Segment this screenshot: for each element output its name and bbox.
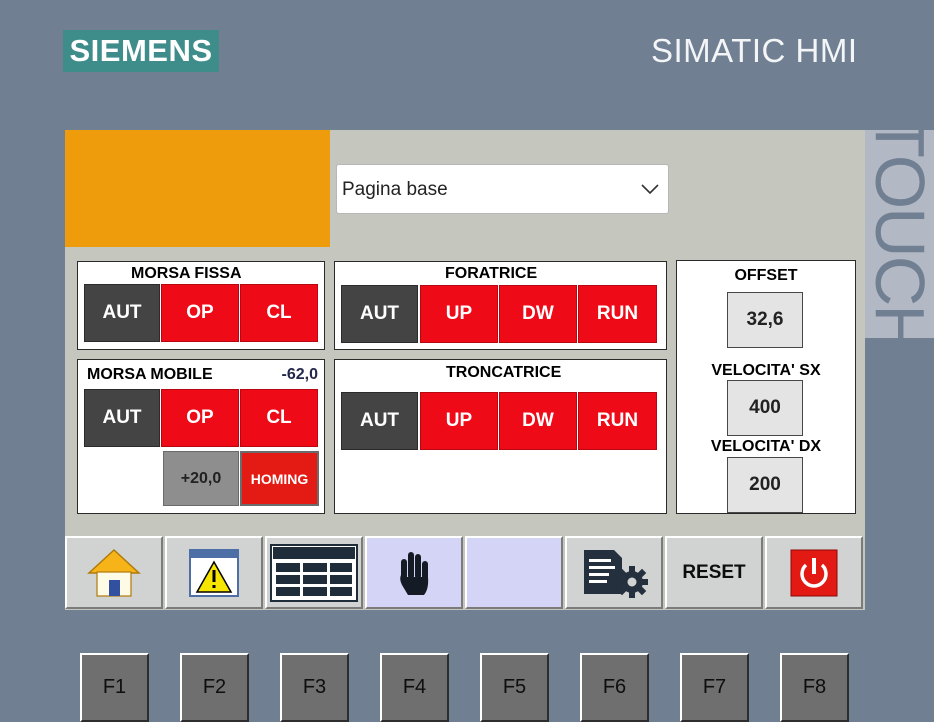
velocita-sx-value-field[interactable]: 400 [727, 380, 803, 436]
table-icon [270, 543, 358, 602]
morsa-fissa-op-button[interactable]: OP [161, 284, 239, 342]
troncatrice-run-button[interactable]: RUN [578, 392, 657, 450]
foratrice-up-button[interactable]: UP [420, 285, 498, 343]
function-key-f5[interactable]: F5 [480, 653, 549, 722]
screen-navbar: RESET [65, 536, 865, 610]
function-key-f3[interactable]: F3 [280, 653, 349, 722]
foratrice-aut-button[interactable]: AUT [341, 285, 418, 343]
morsa-fissa-panel: MORSA FISSA AUT OP CL [77, 261, 325, 350]
screen-select-value: Pagina base [342, 179, 448, 200]
troncatrice-title: TRONCATRICE [446, 364, 562, 381]
function-key-f1[interactable]: F1 [80, 653, 149, 722]
alarm-warning-icon [189, 548, 239, 597]
morsa-fissa-title: MORSA FISSA [131, 265, 242, 282]
morsa-mobile-position: -62,0 [281, 366, 318, 383]
function-key-f4[interactable]: F4 [380, 653, 449, 722]
offset-value-field[interactable]: 32,6 [727, 292, 803, 348]
troncatrice-up-button[interactable]: UP [420, 392, 498, 450]
morsa-mobile-op-button[interactable]: OP [161, 389, 239, 447]
foratrice-dw-button[interactable]: DW [499, 285, 577, 343]
company-logo-area [65, 130, 330, 247]
function-key-f2[interactable]: F2 [180, 653, 249, 722]
function-key-f8[interactable]: F8 [780, 653, 849, 722]
home-button[interactable] [65, 536, 163, 609]
touch-label: TOUCH [860, 115, 934, 353]
velocita-dx-label: VELOCITA' DX [710, 438, 822, 455]
blank-nav-button[interactable] [465, 536, 563, 609]
power-button[interactable] [765, 536, 863, 609]
velocita-dx-value-field[interactable]: 200 [727, 457, 803, 513]
morsa-mobile-cl-button[interactable]: CL [240, 389, 318, 447]
offset-label: OFFSET [734, 267, 798, 284]
morsa-mobile-aut-button[interactable]: AUT [84, 389, 160, 447]
troncatrice-dw-button[interactable]: DW [499, 392, 577, 450]
velocita-sx-label: VELOCITA' SX [711, 362, 821, 379]
alarm-button[interactable] [165, 536, 263, 609]
reset-button[interactable]: RESET [665, 536, 763, 609]
table-view-button[interactable] [265, 536, 363, 609]
brand-logo: SIEMENS [63, 30, 219, 72]
morsa-mobile-panel: MORSA MOBILE -62,0 AUT OP CL +20,0 HOMIN… [77, 359, 325, 514]
homing-button[interactable]: HOMING [240, 451, 319, 506]
manual-mode-button[interactable] [365, 536, 463, 609]
foratrice-panel: FORATRICE AUT UP DW RUN [334, 261, 667, 350]
document-settings-icon [584, 549, 648, 598]
reset-label: RESET [682, 561, 746, 583]
function-key-f6[interactable]: F6 [580, 653, 649, 722]
home-icon [87, 548, 141, 597]
morsa-fissa-aut-button[interactable]: AUT [84, 284, 160, 342]
foratrice-run-button[interactable]: RUN [578, 285, 657, 343]
troncatrice-panel: TRONCATRICE AUT UP DW RUN [334, 359, 667, 514]
screen-select-dropdown[interactable]: Pagina base [336, 164, 669, 214]
hmi-model-title: SIMATIC HMI [651, 32, 858, 69]
hand-stop-icon [400, 551, 429, 595]
power-icon [790, 549, 838, 596]
morsa-mobile-title: MORSA MOBILE [87, 366, 213, 383]
chevron-down-icon [641, 184, 659, 195]
troncatrice-aut-button[interactable]: AUT [341, 392, 418, 450]
settings-panel: OFFSET 32,6 VELOCITA' SX 400 VELOCITA' D… [676, 260, 856, 514]
foratrice-title: FORATRICE [445, 265, 538, 282]
hmi-screen: Pagina base MORSA FISSA AUT OP CL FORATR… [65, 130, 865, 610]
function-key-f7[interactable]: F7 [680, 653, 749, 722]
morsa-mobile-step-value[interactable]: +20,0 [163, 451, 239, 506]
recipe-settings-button[interactable] [565, 536, 663, 609]
morsa-fissa-cl-button[interactable]: CL [240, 284, 318, 342]
